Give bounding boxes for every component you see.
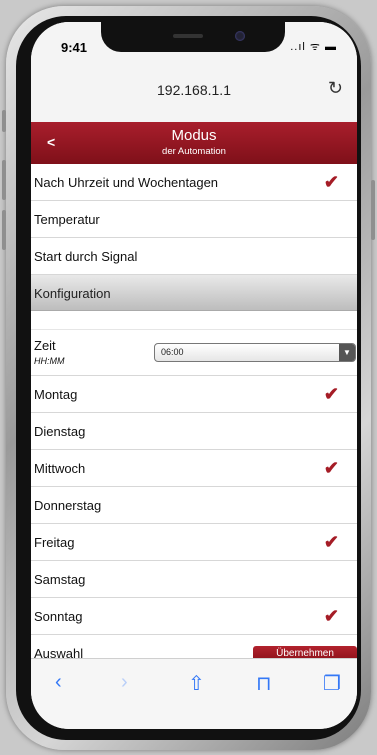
tabs-icon[interactable]: ❐ — [323, 671, 341, 696]
forward-chevron-icon[interactable]: › — [121, 671, 128, 694]
checkmark-icon: ✔ — [323, 606, 339, 626]
day-option[interactable]: Sonntag ✔ — [31, 598, 357, 635]
back-chevron-icon[interactable]: ‹ — [55, 671, 62, 694]
day-label: Mittwoch — [34, 461, 86, 476]
browser-toolbar: ‹ › ⇧ ⊓ ❐ — [31, 658, 357, 729]
day-label: Donnerstag — [34, 498, 102, 513]
status-time: 9:41 — [61, 40, 88, 55]
day-option[interactable]: Donnerstag — [31, 487, 357, 524]
notch — [101, 22, 285, 52]
share-icon[interactable]: ⇧ — [188, 671, 205, 696]
page-subtitle: der Automation — [162, 146, 226, 157]
mode-option[interactable]: Nach Uhrzeit und Wochentagen ✔ — [31, 164, 357, 201]
day-label: Dienstag — [34, 424, 86, 439]
page-title: Modus — [171, 127, 217, 144]
settings-list: Nach Uhrzeit und Wochentagen ✔ Temperatu… — [31, 164, 357, 671]
status-bar: 9:41 ..ıl ᯤ ▬ — [31, 22, 357, 64]
front-camera — [235, 31, 245, 41]
day-option[interactable]: Dienstag — [31, 413, 357, 450]
volume-down-button — [2, 210, 6, 250]
day-option[interactable]: Montag ✔ — [31, 376, 357, 413]
mute-switch — [2, 110, 6, 132]
checkmark-icon: ✔ — [323, 172, 339, 192]
reload-icon[interactable]: ↻ — [328, 78, 343, 99]
section-title: Konfiguration — [34, 286, 111, 301]
url-text[interactable]: 192.168.1.1 — [31, 82, 357, 98]
speaker-grille — [173, 34, 203, 38]
day-label: Samstag — [34, 572, 86, 587]
browser-address-bar[interactable]: 192.168.1.1 ↻ — [31, 64, 357, 123]
checkmark-icon: ✔ — [323, 458, 339, 478]
app-header: < Modus der Automation — [31, 122, 357, 164]
mode-option[interactable]: Start durch Signal — [31, 238, 357, 275]
section-header: Konfiguration — [31, 275, 357, 311]
time-label: Zeit — [34, 338, 56, 353]
bookmarks-icon[interactable]: ⊓ — [256, 671, 272, 696]
mode-label: Temperatur — [34, 212, 100, 227]
day-option[interactable]: Freitag ✔ — [31, 524, 357, 561]
volume-up-button — [2, 160, 6, 200]
day-option[interactable]: Mittwoch ✔ — [31, 450, 357, 487]
time-select[interactable]: 06:00 ▼ — [154, 343, 356, 362]
day-label: Montag — [34, 387, 78, 402]
time-select-value: 06:00 — [161, 347, 184, 357]
section-spacer — [31, 311, 357, 330]
day-option[interactable]: Samstag — [31, 561, 357, 598]
day-label: Freitag — [34, 535, 75, 550]
chevron-down-icon: ▼ — [339, 344, 355, 361]
signal-wifi-battery-icon: ..ıl ᯤ ▬ — [290, 41, 337, 53]
time-row: Zeit HH:MM 06:00 ▼ — [31, 330, 357, 376]
day-label: Sonntag — [34, 609, 83, 624]
power-button — [371, 180, 375, 240]
checkmark-icon: ✔ — [323, 532, 339, 552]
mode-option[interactable]: Temperatur — [31, 201, 357, 238]
time-format-hint: HH:MM — [34, 356, 65, 366]
phone-screen: 9:41 ..ıl ᯤ ▬ 192.168.1.1 ↻ < Modus der … — [31, 22, 357, 729]
mode-label: Start durch Signal — [34, 249, 138, 264]
mode-label: Nach Uhrzeit und Wochentagen — [34, 175, 219, 190]
checkmark-icon: ✔ — [323, 384, 339, 404]
